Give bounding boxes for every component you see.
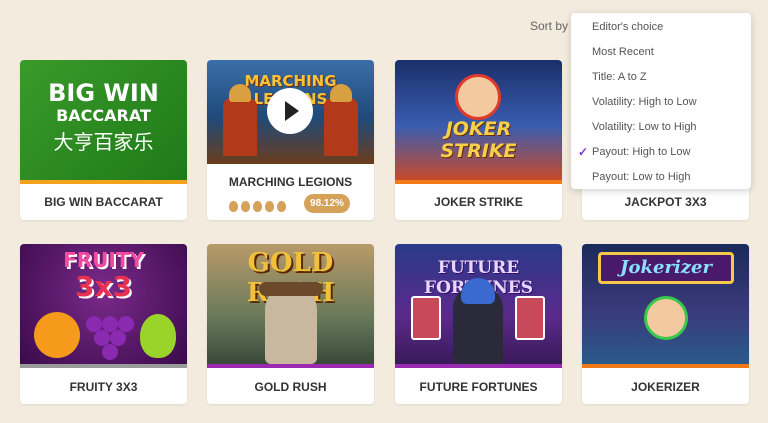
sort-option-payout-low-high[interactable]: Payout: Low to High — [592, 171, 690, 183]
thumbnail-logo-text: 大亨百家乐 — [53, 130, 154, 154]
game-title[interactable]: FRUITY 3X3 — [20, 380, 187, 394]
thumbnail-logo-text: BACCARAT — [56, 106, 151, 125]
game-card-fruity-3x3[interactable]: FRUITY 3x3 FRUITY 3X3 — [20, 244, 187, 404]
game-card-jokerizer[interactable]: Jokerizer JOKERIZER — [582, 244, 749, 404]
soldier-figure — [324, 84, 358, 156]
category-bar — [395, 180, 562, 184]
grape — [102, 344, 118, 360]
category-bar — [20, 364, 187, 368]
thumbnail-logo-text: STRIKE — [440, 140, 517, 162]
game-thumbnail[interactable]: Jokerizer — [582, 244, 749, 364]
game-thumbnail[interactable]: MARCHING LEGIONS — [207, 60, 374, 164]
game-card-gold-rush[interactable]: GOLD RUSH GOLD RUSH — [207, 244, 374, 404]
thumbnail-logo-text: JOKER — [445, 118, 512, 140]
game-thumbnail[interactable]: GOLD RUSH — [207, 244, 374, 364]
soldier-figure — [223, 84, 257, 156]
fortune-teller-figure — [453, 278, 503, 364]
sort-option-editors-choice[interactable]: Editor's choice — [592, 21, 663, 33]
drop-icon — [253, 201, 262, 212]
category-bar — [207, 364, 374, 368]
sort-option-payout-high-low[interactable]: Payout: High to Low — [592, 146, 690, 158]
payout-badge: 98.12% — [304, 194, 350, 213]
orange-fruit — [34, 312, 80, 358]
miner-figure — [259, 282, 323, 364]
game-thumbnail[interactable]: FUTURE FORTUNES — [395, 244, 562, 364]
game-title[interactable]: JOKERIZER — [582, 380, 749, 394]
play-icon[interactable] — [267, 88, 313, 134]
sort-by-label: Sort by — [530, 19, 569, 33]
game-title[interactable]: JOKER STRIKE — [395, 195, 562, 209]
thumbnail-logo-text: Jokerizer — [598, 252, 734, 284]
volatility-rating — [229, 201, 286, 212]
game-title[interactable]: GOLD RUSH — [207, 380, 374, 394]
game-card-future-fortunes[interactable]: FUTURE FORTUNES FUTURE FORTUNES — [395, 244, 562, 404]
game-card-marching-legions[interactable]: MARCHING LEGIONS MARCHING LEGIONS 98.12% — [207, 60, 374, 220]
tarot-card — [515, 296, 545, 340]
game-title[interactable]: FUTURE FORTUNES — [395, 380, 562, 394]
thumbnail-logo-text: BIG WIN — [48, 79, 159, 107]
game-card-joker-strike[interactable]: JOKER STRIKE JOKER STRIKE — [395, 60, 562, 220]
drop-icon — [241, 201, 250, 212]
game-thumbnail[interactable]: BIG WIN BACCARAT 大亨百家乐 — [20, 60, 187, 180]
category-bar — [582, 364, 749, 368]
sort-dropdown-menu: Editor's choice Most Recent Title: A to … — [571, 13, 751, 189]
game-thumbnail[interactable]: FRUITY 3x3 — [20, 244, 187, 364]
thumbnail-logo-text: 3x3 — [74, 270, 133, 303]
thumbnail-logo-text: FRUITY — [63, 248, 144, 272]
sort-option-most-recent[interactable]: Most Recent — [592, 46, 654, 58]
check-icon: ✓ — [578, 145, 589, 159]
sort-option-volatility-high-low[interactable]: Volatility: High to Low — [592, 96, 697, 108]
game-card-big-win-baccarat[interactable]: BIG WIN BACCARAT 大亨百家乐 BIG WIN BACCARAT — [20, 60, 187, 220]
tarot-card — [411, 296, 441, 340]
pear-fruit — [140, 314, 176, 358]
drop-icon — [229, 201, 238, 212]
category-bar — [20, 180, 187, 184]
joker-face — [644, 296, 688, 340]
drop-icon — [265, 201, 274, 212]
game-title[interactable]: JACKPOT 3X3 — [582, 195, 749, 209]
category-bar — [395, 364, 562, 368]
sort-option-title-a-z[interactable]: Title: A to Z — [592, 71, 647, 83]
sort-option-volatility-low-high[interactable]: Volatility: Low to High — [592, 121, 697, 133]
game-thumbnail[interactable]: JOKER STRIKE — [395, 60, 562, 180]
drop-icon — [277, 201, 286, 212]
game-title[interactable]: BIG WIN BACCARAT — [20, 195, 187, 209]
joker-face — [455, 74, 501, 120]
game-title[interactable]: MARCHING LEGIONS — [207, 175, 374, 189]
